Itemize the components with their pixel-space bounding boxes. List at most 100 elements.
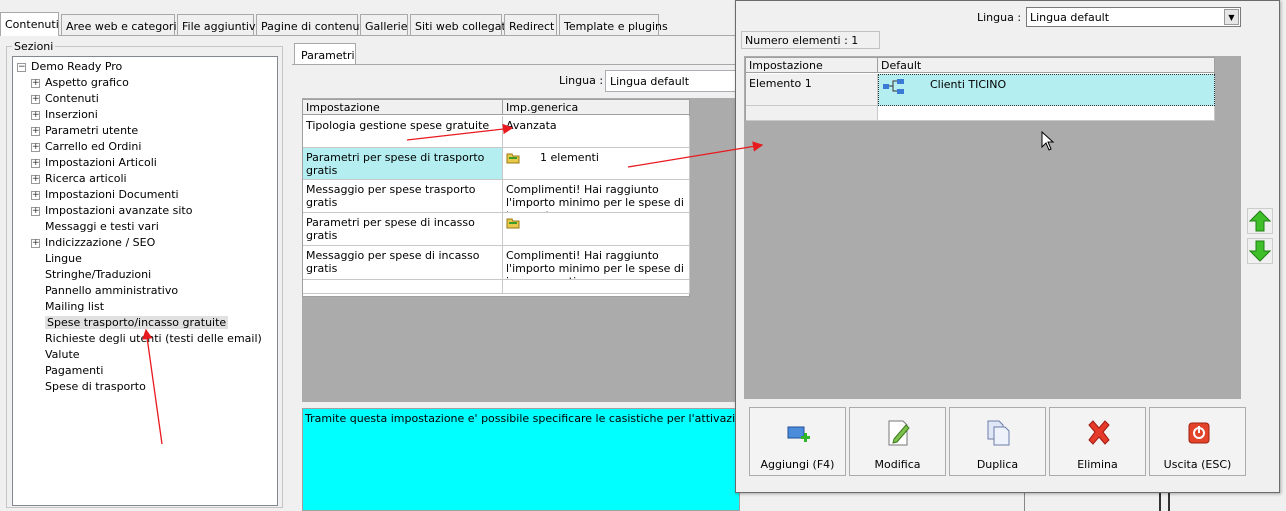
param-value-cell[interactable]: Complimenti! Hai raggiunto l'importo min…	[503, 180, 690, 213]
param-name-cell[interactable]: Messaggio per spese trasporto gratis	[303, 180, 503, 213]
tree-item[interactable]: Mailing list	[31, 299, 104, 315]
tree-item[interactable]: + Impostazioni Articoli	[31, 155, 157, 171]
expand-icon[interactable]: +	[31, 79, 40, 88]
tree-item[interactable]: Stringhe/Traduzioni	[31, 267, 151, 283]
tree-item-label: Richieste degli utenti (testi delle emai…	[45, 332, 262, 345]
collapse-icon[interactable]: −	[17, 63, 26, 72]
tab-pagine-contenuti[interactable]: Pagine di contenuti	[256, 14, 367, 36]
tree-item-label: Valute	[45, 348, 80, 361]
tab-file-aggiuntivi[interactable]: File aggiuntivi	[177, 14, 259, 36]
param-value-cell[interactable]: 1 elementi	[503, 148, 690, 180]
tree-item[interactable]: + Indicizzazione / SEO	[31, 235, 155, 251]
tree-item[interactable]: + Ricerca articoli	[31, 171, 127, 187]
element-name-cell[interactable]: Elemento 1	[746, 74, 878, 106]
tree-item[interactable]: + Impostazioni avanzate sito	[31, 203, 192, 219]
expand-icon[interactable]: +	[31, 127, 40, 136]
param-name-cell[interactable]: Tipologia gestione spese gratuite	[303, 116, 503, 148]
expand-icon[interactable]: +	[31, 111, 40, 120]
tree-item[interactable]: + Carrello ed Ordini	[31, 139, 141, 155]
param-name-cell[interactable]: Parametri per spese di trasporto gratis	[303, 148, 503, 180]
tree-item[interactable]: Spese di trasporto	[31, 379, 146, 395]
tab-redirect[interactable]: Redirect	[504, 14, 557, 36]
edit-button-label: Modifica	[874, 458, 921, 471]
add-button[interactable]: Aggiungi (F4)	[749, 407, 846, 476]
column-header-imp-generica[interactable]: Imp.generica	[503, 100, 690, 115]
param-value-cell[interactable]: Avanzata	[503, 116, 690, 148]
duplicate-icon	[987, 420, 1010, 446]
expand-icon[interactable]: +	[31, 159, 40, 168]
tab-parametri[interactable]: Parametri	[294, 43, 356, 65]
main-tabbar: Contenuti Aree web e categorie File aggi…	[0, 12, 740, 36]
tree-root[interactable]: − Demo Ready Pro	[17, 59, 122, 75]
move-down-button[interactable]	[1247, 238, 1273, 264]
arrow-down-icon	[1248, 240, 1272, 262]
lingua-label: Lingua :	[559, 74, 604, 87]
expand-icon[interactable]: +	[31, 143, 40, 152]
exit-button-label: Uscita (ESC)	[1163, 458, 1232, 471]
tree-item[interactable]: Richieste degli utenti (testi delle emai…	[31, 331, 262, 347]
tree-item[interactable]: Messaggi e testi vari	[31, 219, 159, 235]
tab-gallerie[interactable]: Gallerie	[360, 14, 408, 36]
chevron-down-icon[interactable]: ▼	[1224, 9, 1239, 25]
param-value-cell[interactable]	[503, 213, 690, 246]
mouse-cursor-icon	[1041, 131, 1055, 151]
exit-button[interactable]: Uscita (ESC)	[1149, 407, 1246, 476]
tree-item[interactable]: Lingue	[31, 251, 82, 267]
param-name-cell[interactable]: Messaggio per spese di incasso gratis	[303, 246, 503, 280]
param-value-cell[interactable]	[503, 280, 690, 294]
expand-icon[interactable]: +	[31, 239, 40, 248]
expand-icon[interactable]: +	[31, 175, 40, 184]
tree-item[interactable]: Valute	[31, 347, 80, 363]
param-value-cell[interactable]: Complimenti! Hai raggiunto l'importo min…	[503, 246, 690, 280]
empty-cell	[878, 106, 1215, 121]
param-name-cell[interactable]: Parametri per spese di incasso gratis	[303, 213, 503, 246]
tab-aree-web[interactable]: Aree web e categorie	[61, 14, 183, 36]
delete-button[interactable]: Elimina	[1049, 407, 1146, 476]
tree-item[interactable]: + Parametri utente	[31, 123, 138, 139]
tree-item-label: Impostazioni avanzate sito	[45, 204, 193, 217]
arrow-up-icon	[1248, 210, 1272, 232]
tab-siti-web[interactable]: Siti web collegati	[410, 14, 509, 36]
column-header-default[interactable]: Default	[878, 58, 1215, 73]
tree-item-label: Ricerca articoli	[45, 172, 127, 185]
tree-item[interactable]: + Inserzioni	[31, 107, 98, 123]
edit-button[interactable]: Modifica	[849, 407, 946, 476]
tree-item[interactable]: Pagamenti	[31, 363, 103, 379]
dialog-lingua-select[interactable]: Lingua default ▼	[1026, 7, 1241, 27]
sections-tree[interactable]: − Demo Ready Pro + Aspetto grafico + Conten…	[12, 56, 278, 506]
edit-icon	[888, 420, 910, 446]
delete-icon	[1088, 420, 1110, 445]
tree-item-label: Stringhe/Traduzioni	[45, 268, 152, 281]
element-value-cell[interactable]: Clienti TICINO	[878, 74, 1215, 106]
column-header-impostazione[interactable]: Impostazione	[303, 100, 503, 115]
delete-button-label: Elimina	[1077, 458, 1118, 471]
element-value-text: Clienti TICINO	[930, 78, 1007, 91]
duplicate-button[interactable]: Duplica	[949, 407, 1046, 476]
divider	[1159, 493, 1161, 511]
elements-count: Numero elementi : 1	[741, 31, 880, 49]
param-name-cell[interactable]	[303, 280, 503, 294]
expand-icon[interactable]: +	[31, 207, 40, 216]
add-button-label: Aggiungi (F4)	[760, 458, 835, 471]
expand-icon[interactable]: +	[31, 95, 40, 104]
move-up-button[interactable]	[1247, 208, 1273, 234]
dialog-lingua-value: Lingua default	[1030, 11, 1110, 24]
tab-contenuti[interactable]: Contenuti	[0, 12, 59, 36]
tree-item[interactable]: + Impostazioni Documenti	[31, 187, 179, 203]
tree-item[interactable]: + Aspetto grafico	[31, 75, 129, 91]
tree-item[interactable]: Pannello amministrativo	[31, 283, 178, 299]
tree-item[interactable]: + Contenuti	[31, 91, 99, 107]
lingua-select[interactable]: Lingua default	[605, 70, 740, 92]
duplicate-button-label: Duplica	[976, 458, 1019, 471]
expand-icon[interactable]: +	[31, 191, 40, 200]
tree-item-label: Mailing list	[45, 300, 105, 313]
tree-item-label: Impostazioni Documenti	[45, 188, 179, 201]
tree-item-label: Contenuti	[45, 92, 99, 105]
tree-item-label: Pannello amministrativo	[45, 284, 179, 297]
column-header-impostazione[interactable]: Impostazione	[746, 58, 878, 73]
tree-item-label: Carrello ed Ordini	[45, 140, 142, 153]
dialog-grid: Impostazione Default Elemento 1 Clienti T…	[745, 57, 1215, 121]
param-value-text: 1 elementi	[540, 151, 599, 164]
tab-template-plugins[interactable]: Template e plugins	[559, 14, 668, 36]
tree-item[interactable]: Spese trasporto/incasso gratuite	[31, 315, 229, 331]
